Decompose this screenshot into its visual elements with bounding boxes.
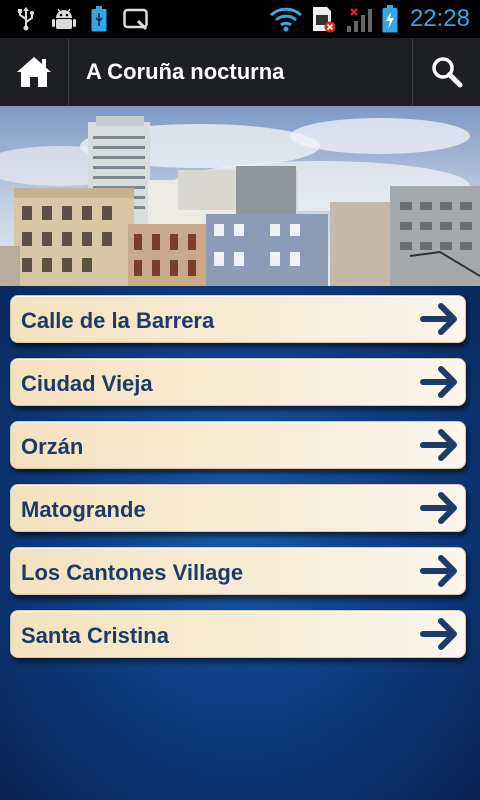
battery-charging-icon (380, 5, 400, 33)
list-item-label: Ciudad Vieja (21, 371, 153, 396)
arrow-right-icon (420, 429, 457, 461)
arrow-right-icon (420, 618, 457, 650)
home-icon (17, 57, 51, 87)
arrow-right-icon (420, 555, 457, 587)
list-item-orzan[interactable]: Orzán (10, 421, 466, 469)
home-button[interactable] (0, 38, 68, 106)
battery-usb-icon (88, 6, 110, 32)
sim-error-icon (310, 6, 338, 33)
usb-icon (14, 6, 38, 32)
location-list: Calle de la Barrera Ciudad Vieja Orzán M… (10, 295, 466, 673)
action-bar: A Coruña nocturna (0, 38, 480, 107)
list-item-matogrande[interactable]: Matogrande (10, 484, 466, 532)
list-item-santa-cristina[interactable]: Santa Cristina (10, 610, 466, 658)
android-debug-icon (50, 6, 78, 32)
status-time: 22:28 (409, 5, 470, 32)
list-item-los-cantones-village[interactable]: Los Cantones Village (10, 547, 466, 595)
action-divider-left (68, 38, 69, 106)
header-photo (0, 106, 480, 286)
list-item-label: Matogrande (21, 497, 146, 522)
arrow-right-icon (420, 492, 457, 524)
notification-icon (122, 6, 150, 32)
arrow-right-icon (420, 366, 457, 398)
list-item-ciudad-vieja[interactable]: Ciudad Vieja (10, 358, 466, 406)
action-divider-right (412, 38, 413, 106)
wifi-icon (268, 6, 304, 32)
list-item-label: Los Cantones Village (21, 560, 244, 585)
status-bar: 22:28 (0, 0, 480, 38)
arrow-right-icon (420, 303, 457, 335)
list-item-label: Orzán (21, 434, 84, 459)
main-content: Calle de la Barrera Ciudad Vieja Orzán M… (0, 286, 480, 800)
page-title: A Coruña nocturna (86, 59, 285, 84)
signal-icon (344, 6, 376, 32)
list-item-label: Calle de la Barrera (21, 308, 215, 333)
list-item-label: Santa Cristina (21, 623, 169, 648)
search-button[interactable] (414, 38, 480, 106)
list-item-calle-de-la-barrera[interactable]: Calle de la Barrera (10, 295, 466, 343)
search-icon (432, 57, 463, 88)
